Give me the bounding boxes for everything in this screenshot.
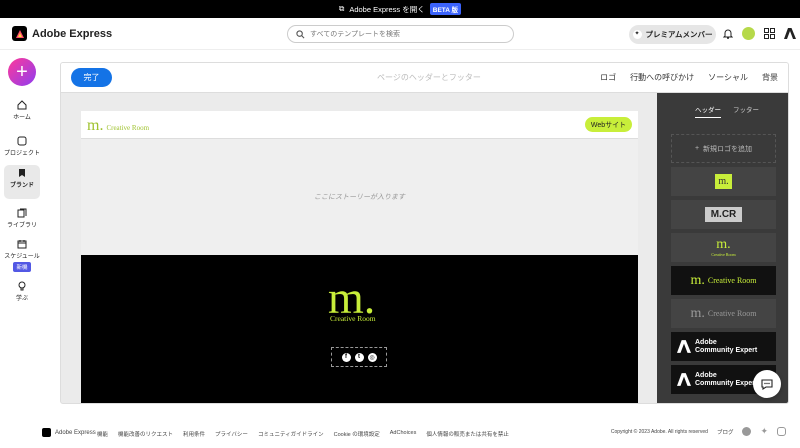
beta-badge: BETA 版 (429, 3, 462, 15)
footer-link[interactable]: 利用条件 (183, 430, 205, 438)
nav-item-schedule[interactable]: スケジュール 新機 (4, 236, 40, 275)
nav-item-projects[interactable]: プロジェクト (4, 133, 40, 160)
create-new-button[interactable]: + (8, 58, 36, 86)
page-canvas: m. Creative Room Webサイト ここにストーリーが入ります m. … (81, 111, 638, 403)
nav-label: ブランド (9, 183, 34, 189)
chat-bubble-icon (761, 378, 773, 390)
apps-grid-icon[interactable] (764, 28, 775, 39)
adobe-express-logo-icon (12, 26, 27, 41)
website-button[interactable]: Webサイト (585, 117, 632, 132)
premium-label: プレミアムメンバー (645, 30, 713, 39)
nav-item-learn[interactable]: 学ぶ (4, 278, 40, 305)
open-express-banner[interactable]: ⧉ Adobe Express を開く BETA 版 (0, 0, 800, 18)
app-logo[interactable]: Adobe Express (12, 26, 112, 41)
calendar-icon (17, 240, 27, 249)
user-avatar[interactable] (742, 27, 755, 40)
lightbulb-icon (18, 281, 26, 291)
banner-text: Adobe Express を開く (349, 4, 425, 14)
home-icon (17, 100, 27, 110)
story-placeholder: ここにストーリーが入ります (81, 139, 638, 255)
social-links[interactable]: f t ◎ (331, 347, 387, 367)
plus-icon: + (694, 145, 700, 152)
nav-label: スケジュール (4, 254, 40, 260)
library-icon (17, 208, 27, 218)
brand-icon (19, 169, 25, 177)
footer-link[interactable]: 個人情報の販売または共有を禁止 (426, 430, 509, 438)
adobe-express-logo-icon (42, 428, 51, 437)
template-search-input[interactable]: すべてのテンプレートを検索 (287, 25, 514, 43)
left-navigation: + ホーム プロジェクト ブランド ライブラリ スケジュール 新機 学ぶ (0, 50, 44, 420)
panel-tab-footer[interactable]: フッター (733, 104, 759, 118)
footer-link[interactable]: 機能改善のリクエスト (118, 430, 173, 438)
instagram-icon[interactable]: ◎ (367, 352, 377, 362)
copyright-text: Copyright © 2023 Adobe. All rights reser… (610, 428, 708, 435)
footer-logo-text: Creative Room (330, 314, 376, 323)
chat-button[interactable] (753, 370, 781, 398)
adobe-logo-icon (677, 340, 691, 353)
footer-link[interactable]: Cookie の環境設定 (334, 430, 380, 438)
logo-panel: ヘッダー フッター + 新規ロゴを追加 m. M.CR m. Creative … (657, 93, 788, 403)
search-placeholder: すべてのテンプレートを検索 (310, 31, 401, 38)
editor-toolbar: 完了 ページのヘッダーとフッター ロゴ 行動への呼びかけ ソーシャル 背景 (61, 63, 788, 93)
tab-call-to-action[interactable]: 行動への呼びかけ (630, 72, 694, 83)
nav-label: プロジェクト (4, 151, 41, 157)
blog-link[interactable]: ブログ (717, 428, 734, 436)
page-footer-bar: Adobe Express 機能 機能改善のリクエスト 利用条件 プライバシー … (0, 420, 800, 448)
app-header: Adobe Express すべてのテンプレートを検索 ✦ プレミアムメンバー (0, 18, 800, 50)
instagram-icon[interactable] (777, 427, 786, 436)
nav-label: ライブラリ (6, 223, 37, 229)
folder-icon (17, 136, 27, 146)
crown-icon: ✦ (632, 30, 642, 39)
logo-option[interactable]: m. Creative Room (671, 266, 776, 295)
search-icon (296, 29, 305, 38)
logo-option[interactable]: m. Creative Room (671, 233, 776, 262)
panel-tab-header[interactable]: ヘッダー (695, 104, 721, 118)
nav-item-brand[interactable]: ブランド (4, 165, 40, 199)
nav-label: 学ぶ (15, 296, 28, 302)
footer-link[interactable]: コミュニティガイドライン (258, 430, 324, 438)
page-footer[interactable]: m. Creative Room f t ◎ (81, 255, 638, 403)
facebook-icon[interactable] (742, 427, 752, 436)
logo-option[interactable]: M.CR (671, 200, 776, 229)
logo-option[interactable]: Adobe Community Expert (671, 332, 776, 361)
footer-link[interactable]: AdChoices (390, 430, 417, 438)
twitter-icon[interactable]: ✦ (760, 426, 768, 437)
logo-option[interactable]: m. (671, 167, 776, 196)
page-header[interactable]: m. Creative Room Webサイト (81, 111, 638, 139)
footer-logo[interactable]: Adobe Express (42, 428, 96, 437)
notification-bell-icon[interactable] (723, 28, 733, 39)
new-badge: 新機 (13, 262, 31, 272)
premium-member-button[interactable]: ✦ プレミアムメンバー (629, 25, 716, 44)
logo-option[interactable]: m. Creative Room (671, 299, 776, 328)
add-logo-button[interactable]: + 新規ロゴを追加 (671, 134, 776, 163)
external-link-icon: ⧉ (338, 4, 345, 13)
tab-background[interactable]: 背景 (762, 72, 778, 83)
tab-logo[interactable]: ロゴ (600, 72, 616, 83)
editor-title: ページのヘッダーとフッター (377, 73, 481, 82)
app-name: Adobe Express (32, 27, 113, 40)
header-logo[interactable]: m. Creative Room (87, 117, 149, 135)
nav-item-home[interactable]: ホーム (4, 97, 40, 124)
adobe-logo-icon (677, 373, 691, 386)
facebook-icon[interactable]: f (341, 352, 351, 362)
nav-item-library[interactable]: ライブラリ (4, 205, 40, 232)
twitter-icon[interactable]: t (354, 352, 364, 362)
header-footer-editor: 完了 ページのヘッダーとフッター ロゴ 行動への呼びかけ ソーシャル 背景 m.… (60, 62, 789, 404)
footer-link[interactable]: プライバシー (215, 430, 248, 438)
footer-link[interactable]: 機能 (97, 430, 108, 438)
nav-label: ホーム (13, 115, 31, 121)
done-button[interactable]: 完了 (71, 68, 112, 87)
adobe-logo-icon[interactable] (784, 28, 796, 39)
tab-social[interactable]: ソーシャル (708, 72, 748, 83)
